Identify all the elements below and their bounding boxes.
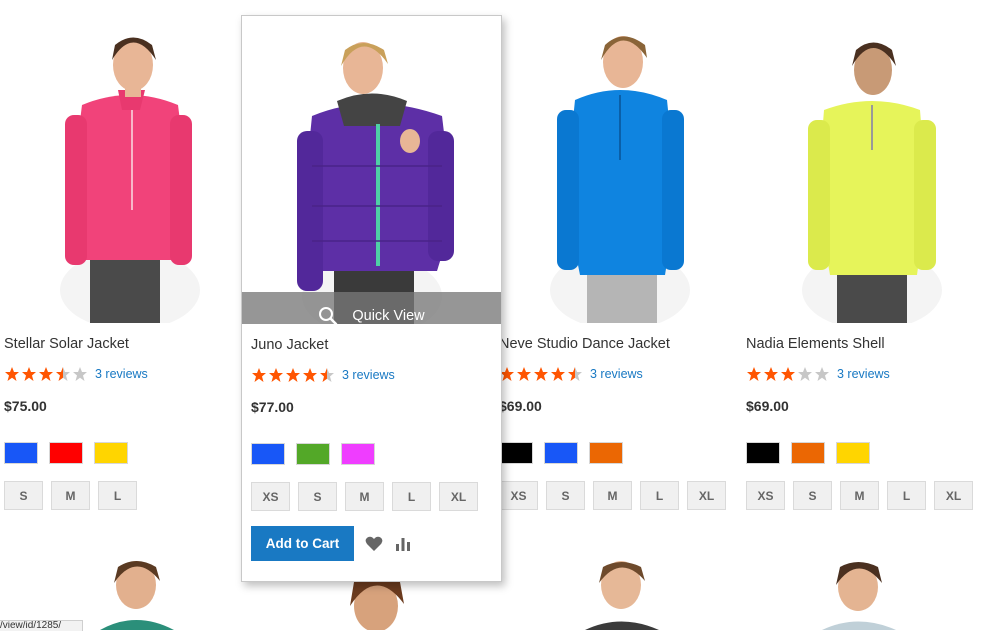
product-rating: 3 reviews	[251, 365, 395, 385]
size-option[interactable]: L	[887, 481, 926, 510]
product-image[interactable]: Quick View	[242, 16, 501, 324]
star-icon	[534, 367, 548, 381]
color-swatch[interactable]	[746, 442, 780, 464]
rating-stars	[499, 366, 584, 382]
star-icon	[551, 367, 565, 381]
color-swatches	[746, 442, 881, 464]
product-image[interactable]	[742, 0, 988, 323]
color-swatch[interactable]	[836, 442, 870, 464]
rating-stars	[746, 366, 831, 382]
color-swatch[interactable]	[94, 442, 128, 464]
size-option[interactable]: XL	[687, 481, 726, 510]
product-rating: 3 reviews	[746, 364, 890, 384]
compare-icon[interactable]	[395, 536, 411, 552]
reviews-link[interactable]: 3 reviews	[590, 367, 643, 381]
reviews-link[interactable]: 3 reviews	[342, 368, 395, 382]
size-options: XS S M L XL	[746, 481, 981, 510]
quick-view-label: Quick View	[352, 307, 425, 324]
rating-stars	[4, 366, 89, 382]
add-to-cart-button[interactable]: Add to Cart	[251, 526, 354, 561]
product-price: $69.00	[746, 398, 789, 414]
product-price: $75.00	[4, 398, 47, 414]
star-icon	[781, 367, 795, 381]
product-image[interactable]	[90, 555, 200, 630]
size-option[interactable]: S	[298, 482, 337, 511]
star-icon	[798, 367, 812, 381]
status-bar-url: /view/id/1285/	[0, 620, 83, 631]
product-price: $77.00	[251, 399, 294, 415]
color-swatch[interactable]	[251, 443, 285, 465]
star-icon	[286, 368, 300, 382]
size-option[interactable]: XS	[499, 481, 538, 510]
product-image[interactable]	[820, 555, 920, 630]
star-icon	[269, 368, 283, 382]
product-name[interactable]: Neve Studio Dance Jacket	[499, 336, 670, 352]
size-options: XS S M L XL	[499, 481, 734, 510]
product-card[interactable]: Stellar Solar Jacket 3 reviews $75.00 S …	[0, 0, 246, 630]
product-image[interactable]	[0, 0, 246, 323]
size-option[interactable]: L	[98, 481, 137, 510]
size-option[interactable]: M	[345, 482, 384, 511]
product-actions: Add to Cart	[251, 526, 411, 561]
size-option[interactable]: XS	[251, 482, 290, 511]
color-swatch[interactable]	[341, 443, 375, 465]
size-option[interactable]: S	[546, 481, 585, 510]
product-image[interactable]	[585, 555, 685, 630]
star-icon	[747, 367, 761, 381]
product-image[interactable]	[495, 0, 741, 323]
product-rating: 3 reviews	[4, 364, 148, 384]
color-swatch[interactable]	[296, 443, 330, 465]
color-swatch[interactable]	[791, 442, 825, 464]
star-icon	[815, 367, 829, 381]
color-swatches	[499, 442, 634, 464]
star-icon	[568, 367, 582, 381]
star-icon	[303, 368, 317, 382]
size-option[interactable]: M	[51, 481, 90, 510]
size-option[interactable]: XL	[934, 481, 973, 510]
reviews-link[interactable]: 3 reviews	[95, 367, 148, 381]
color-swatches	[4, 442, 139, 464]
reviews-link[interactable]: 3 reviews	[837, 367, 890, 381]
product-name[interactable]: Juno Jacket	[251, 337, 328, 353]
star-icon	[39, 367, 53, 381]
size-option[interactable]: XS	[746, 481, 785, 510]
heart-icon[interactable]	[365, 536, 383, 552]
color-swatch[interactable]	[49, 442, 83, 464]
product-name[interactable]: Stellar Solar Jacket	[4, 336, 129, 352]
star-icon	[5, 367, 19, 381]
size-options: XS S M L XL	[251, 482, 486, 511]
size-option[interactable]: S	[4, 481, 43, 510]
star-icon	[252, 368, 266, 382]
color-swatches	[251, 443, 386, 465]
product-card-hovered[interactable]: Quick View Juno Jacket 3 reviews $77.00 …	[241, 15, 502, 582]
size-option[interactable]: M	[840, 481, 879, 510]
color-swatch[interactable]	[589, 442, 623, 464]
star-icon	[517, 367, 531, 381]
size-option[interactable]: XL	[439, 482, 478, 511]
color-swatch[interactable]	[499, 442, 533, 464]
size-option[interactable]: S	[793, 481, 832, 510]
star-icon	[764, 367, 778, 381]
star-icon	[320, 368, 334, 382]
size-option[interactable]: L	[392, 482, 431, 511]
rating-stars	[251, 367, 336, 383]
color-swatch[interactable]	[544, 442, 578, 464]
quick-view-button[interactable]: Quick View	[242, 292, 501, 324]
size-option[interactable]: L	[640, 481, 679, 510]
color-swatch[interactable]	[4, 442, 38, 464]
star-icon	[22, 367, 36, 381]
product-rating: 3 reviews	[499, 364, 643, 384]
magnifier-icon	[318, 306, 338, 324]
product-name[interactable]: Nadia Elements Shell	[746, 336, 885, 352]
star-icon	[73, 367, 87, 381]
product-card[interactable]: Nadia Elements Shell 3 reviews $69.00 XS…	[742, 0, 988, 630]
star-icon	[56, 367, 70, 381]
product-price: $69.00	[499, 398, 542, 414]
size-option[interactable]: M	[593, 481, 632, 510]
product-card[interactable]: Neve Studio Dance Jacket 3 reviews $69.0…	[495, 0, 741, 630]
size-options: S M L	[4, 481, 145, 510]
